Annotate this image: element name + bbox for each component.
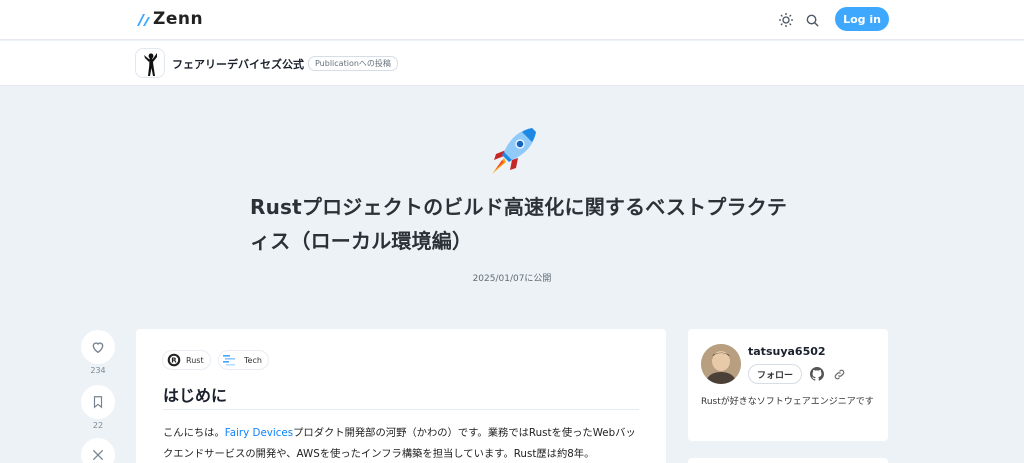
publication-badge: Publicationへの投稿 (308, 56, 398, 71)
zenn-logo[interactable]: Zenn (136, 9, 203, 29)
bookmark-count: 22 (92, 421, 104, 430)
search-icon[interactable] (803, 11, 821, 29)
fairy-devices-link[interactable]: Fairy Devices (225, 427, 293, 439)
publication-avatar[interactable] (135, 48, 165, 78)
rust-icon: R (167, 353, 181, 367)
bookmark-button[interactable] (81, 385, 115, 419)
topic-rust[interactable]: R Rust (162, 350, 211, 370)
bookmark-icon (93, 396, 103, 409)
author-card: tatsuya6502 フォロー Rustが好きなソフトウェアエンジニアです (688, 329, 888, 441)
x-icon (92, 449, 104, 461)
fairy-silhouette-icon (144, 53, 157, 76)
paragraph-text: こんにちは。 (163, 427, 225, 439)
article-title: Rustプロジェクトのビルド高速化に関するベストプラクティス（ローカル環境編） (250, 195, 788, 253)
site-header: Zenn Log in (0, 0, 1024, 40)
github-icon[interactable] (810, 367, 824, 381)
theme-toggle-icon[interactable] (777, 11, 795, 29)
like-button[interactable] (81, 330, 115, 364)
heading-divider (163, 409, 639, 410)
logo-text: Zenn (153, 9, 204, 29)
author-avatar[interactable] (701, 344, 741, 384)
zenn-logo-icon (137, 14, 150, 26)
like-count: 234 (90, 366, 106, 375)
rocket-icon (484, 124, 540, 180)
article-body: R Rust Tech はじめに こんにちは。Fairy Devicesプロダク… (136, 329, 666, 463)
topic-label: Rust (186, 355, 204, 365)
intro-paragraph: こんにちは。Fairy Devicesプロダクト開発部の河野（かわの）です。業務… (163, 423, 643, 463)
section-heading: はじめに (163, 386, 228, 405)
tech-icon (223, 355, 235, 366)
share-x-button[interactable] (81, 438, 115, 463)
secondary-card (688, 458, 888, 463)
publication-name[interactable]: フェアリーデバイセズ公式 (172, 56, 304, 72)
follow-button[interactable]: フォロー (748, 364, 802, 384)
topic-tech[interactable]: Tech (218, 350, 269, 370)
heart-icon (92, 342, 104, 354)
publish-date: 2025/01/07に公開 (472, 274, 552, 284)
login-button[interactable]: Log in (835, 7, 889, 31)
publication-bar: フェアリーデバイセズ公式 Publicationへの投稿 (0, 41, 1024, 86)
author-bio: Rustが好きなソフトウェアエンジニアです (701, 397, 874, 407)
svg-text:R: R (171, 357, 177, 365)
link-icon[interactable] (832, 367, 846, 381)
author-name[interactable]: tatsuya6502 (748, 345, 826, 358)
topic-label: Tech (244, 355, 262, 365)
